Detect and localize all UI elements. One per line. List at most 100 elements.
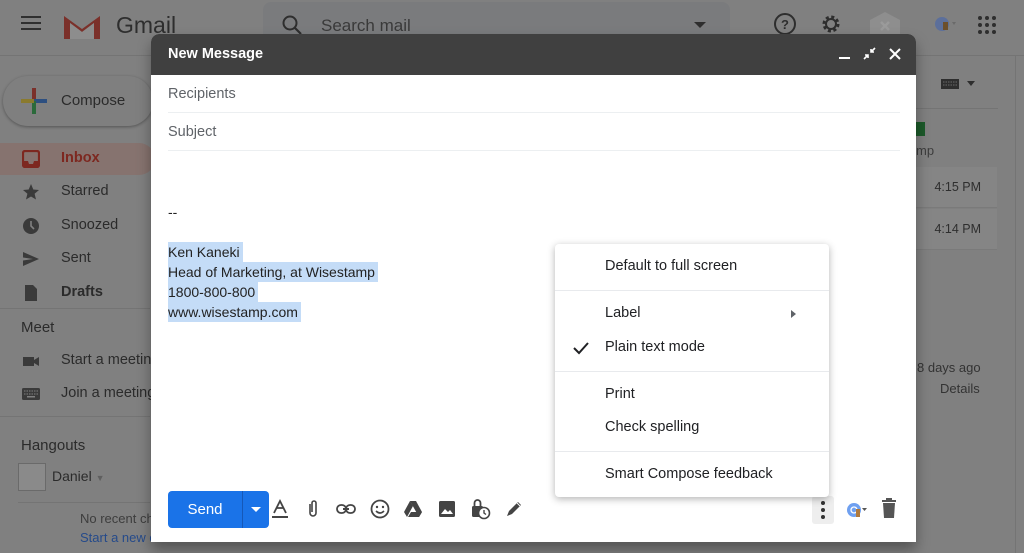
draft-icon <box>25 285 37 301</box>
details-link[interactable]: Details <box>940 381 980 396</box>
hangouts-section-title: Hangouts <box>21 437 86 454</box>
star-icon <box>23 184 39 200</box>
dot <box>821 515 825 519</box>
hangouts-divider <box>18 502 150 503</box>
formatting-icon[interactable] <box>269 498 291 520</box>
signature-icon[interactable] <box>503 498 525 520</box>
help-icon[interactable]: ? <box>773 12 797 36</box>
clock-icon <box>23 218 39 234</box>
hangouts-user[interactable]: Daniel ▼ <box>52 468 105 484</box>
main-menu-icon[interactable] <box>21 16 41 32</box>
more-options-button[interactable] <box>812 496 834 524</box>
hangouts-avatar[interactable] <box>18 463 46 491</box>
meet-section-title: Meet <box>21 319 55 336</box>
sidebar-item-snoozed[interactable]: Snoozed <box>0 210 160 242</box>
search-input[interactable]: Search mail <box>321 16 411 36</box>
signature-name: Ken Kaneki <box>168 242 243 262</box>
sidebar-item-label: Sent <box>61 250 91 266</box>
send-button[interactable]: Send <box>168 491 243 528</box>
attach-icon[interactable] <box>302 498 324 520</box>
sidebar-item-label: Drafts <box>61 284 103 300</box>
discard-draft-trash-icon[interactable] <box>879 498 899 520</box>
emoji-icon[interactable] <box>369 498 391 520</box>
checkmark-icon <box>573 342 589 355</box>
sidebar-item-label: Inbox <box>61 150 100 166</box>
menu-item-print[interactable]: Print <box>555 379 829 411</box>
send-button-group: Send <box>168 491 269 528</box>
compose-button[interactable]: Compose <box>3 76 153 126</box>
partial-sender-label: mp <box>916 143 935 158</box>
wisestamp-extension-icon[interactable] <box>846 502 868 518</box>
menu-item-label: Check spelling <box>605 419 700 435</box>
recipients-field[interactable]: Recipients <box>168 75 900 113</box>
google-apps-icon[interactable] <box>978 16 996 34</box>
confidential-mode-icon[interactable] <box>469 498 491 520</box>
drive-icon[interactable] <box>402 498 424 520</box>
schedule-send-dropdown[interactable] <box>243 491 269 528</box>
last-activity-text: 8 days ago <box>917 360 981 375</box>
input-tools-keyboard-icon[interactable] <box>941 78 977 90</box>
minimize-icon[interactable] <box>835 44 855 64</box>
close-icon[interactable] <box>885 44 905 64</box>
mail-row[interactable]: 4:14 PM <box>915 209 997 250</box>
new-badge <box>915 122 925 136</box>
signature-separator: -- <box>168 204 178 220</box>
hangouts-user-name: Daniel <box>52 468 92 484</box>
menu-item-label: Smart Compose feedback <box>605 466 773 482</box>
signature-title: Head of Marketing, at Wisestamp <box>168 262 378 282</box>
photo-icon[interactable] <box>436 498 458 520</box>
chevron-down-icon: ▼ <box>95 473 105 483</box>
menu-item-default-full-screen[interactable]: Default to full screen <box>555 251 829 283</box>
menu-item-label: Print <box>605 386 635 402</box>
sidebar-divider <box>0 308 150 309</box>
mail-time: 4:15 PM <box>934 180 981 194</box>
search-options-icon[interactable] <box>694 22 706 28</box>
meet-join-meeting[interactable]: Join a meeting <box>0 378 160 410</box>
message-body[interactable]: -- Ken Kaneki Head of Marketing, at Wise… <box>168 202 378 322</box>
compose-label: Compose <box>61 92 126 109</box>
dot <box>821 508 825 512</box>
menu-item-label: Default to full screen <box>605 258 738 274</box>
list-header-divider <box>916 108 998 109</box>
menu-item-label: Label <box>605 305 641 321</box>
settings-gear-icon[interactable] <box>819 12 843 36</box>
search-icon[interactable] <box>281 14 303 36</box>
send-icon <box>23 252 39 266</box>
side-panel-divider <box>1015 56 1016 553</box>
dot <box>821 501 825 505</box>
exit-full-screen-icon[interactable] <box>860 44 880 64</box>
mail-row[interactable]: 4:15 PM <box>915 167 997 208</box>
subject-field[interactable]: Subject <box>168 113 900 151</box>
menu-item-label-submenu[interactable]: Label <box>555 298 829 330</box>
mail-time: 4:14 PM <box>934 222 981 236</box>
more-options-menu: Default to full screen Label Plain text … <box>555 244 829 497</box>
sidebar-item-inbox[interactable]: Inbox <box>0 143 155 175</box>
link-icon[interactable] <box>335 498 357 520</box>
meet-start-meeting[interactable]: Start a meeting <box>0 345 160 377</box>
inbox-icon <box>22 150 40 168</box>
sidebar-divider <box>0 416 150 417</box>
sidebar-item-starred[interactable]: Starred <box>0 176 160 208</box>
plus-icon <box>21 88 47 114</box>
compose-title: New Message <box>168 46 264 62</box>
subject-input[interactable]: Subject <box>168 124 216 140</box>
menu-item-label: Plain text mode <box>605 339 705 355</box>
menu-item-smart-compose-feedback[interactable]: Smart Compose feedback <box>555 459 829 491</box>
meet-item-label: Start a meeting <box>61 352 160 368</box>
recipients-input[interactable]: Recipients <box>168 86 236 102</box>
gmail-logo-icon[interactable] <box>62 12 102 40</box>
submenu-arrow-icon <box>791 310 796 318</box>
sidebar-item-label: Snoozed <box>61 217 119 233</box>
menu-item-plain-text-mode[interactable]: Plain text mode <box>555 332 829 364</box>
meet-item-label: Join a meeting <box>61 385 156 401</box>
compose-header[interactable]: New Message <box>151 34 916 75</box>
account-avatar-icon[interactable] <box>933 14 957 34</box>
sidebar-item-sent[interactable]: Sent <box>0 243 160 275</box>
menu-separator <box>555 290 829 291</box>
menu-separator <box>555 451 829 452</box>
keyboard-icon <box>22 388 40 400</box>
svg-text:?: ? <box>781 17 789 32</box>
sidebar-item-drafts[interactable]: Drafts <box>0 277 160 309</box>
menu-separator <box>555 371 829 372</box>
menu-item-check-spelling[interactable]: Check spelling <box>555 412 829 444</box>
